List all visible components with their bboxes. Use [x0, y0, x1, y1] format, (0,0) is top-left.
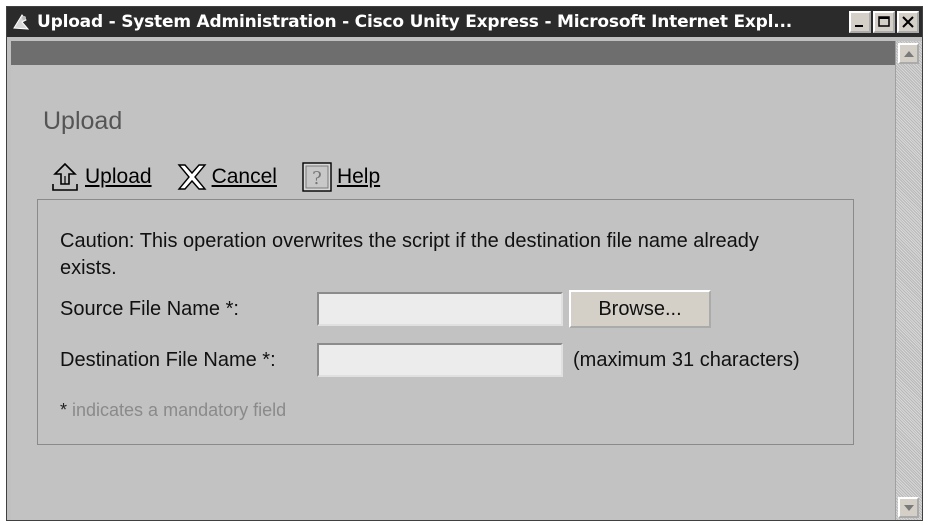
- cancel-link-label[interactable]: Cancel: [212, 165, 277, 189]
- action-toolbar: Upload Cancel ? Help: [49, 161, 404, 193]
- page-title: Upload: [43, 107, 123, 135]
- destination-file-input[interactable]: [317, 343, 563, 377]
- help-question-icon: ?: [301, 161, 333, 193]
- mandatory-text: indicates a mandatory field: [67, 400, 287, 420]
- upload-button[interactable]: Upload: [49, 161, 152, 193]
- cancel-button[interactable]: Cancel: [176, 161, 277, 193]
- upload-form-panel: Caution: This operation overwrites the s…: [37, 199, 854, 445]
- ie-app-icon: [11, 11, 33, 33]
- scroll-up-button[interactable]: [898, 43, 919, 64]
- help-button[interactable]: ? Help: [301, 161, 380, 193]
- minimize-icon: [855, 25, 863, 27]
- browser-window: Upload - System Administration - Cisco U…: [6, 6, 923, 521]
- header-band: [11, 41, 896, 65]
- destination-file-row: Destination File Name *: (maximum 31 cha…: [60, 343, 800, 377]
- destination-hint: (maximum 31 characters): [573, 348, 800, 371]
- scroll-down-button[interactable]: [898, 497, 919, 518]
- maximize-button[interactable]: [873, 11, 895, 33]
- maximize-icon: [878, 16, 890, 27]
- window-title: Upload - System Administration - Cisco U…: [37, 12, 793, 32]
- title-bar[interactable]: Upload - System Administration - Cisco U…: [7, 7, 922, 37]
- source-file-label: Source File Name *:: [60, 297, 239, 320]
- close-button[interactable]: [897, 11, 919, 33]
- page-content-area: Upload Upload Cancel ? Help Caution: Thi…: [11, 41, 922, 520]
- browse-button[interactable]: Browse...: [569, 290, 711, 328]
- minimize-button[interactable]: [849, 11, 871, 33]
- source-file-row: Source File Name *: Browse...: [60, 290, 711, 328]
- vertical-scrollbar[interactable]: [895, 41, 922, 520]
- mandatory-star: *: [60, 400, 68, 420]
- help-link-label[interactable]: Help: [337, 165, 380, 189]
- destination-file-label: Destination File Name *:: [60, 348, 276, 371]
- arrow-down-icon: [903, 504, 914, 511]
- arrow-up-icon: [903, 50, 914, 57]
- upload-link-label[interactable]: Upload: [85, 165, 152, 189]
- upload-icon: [49, 161, 81, 193]
- svg-text:?: ?: [312, 168, 322, 189]
- cancel-x-icon: [176, 161, 208, 193]
- mandatory-note: * indicates a mandatory field: [60, 400, 286, 421]
- source-file-input[interactable]: [317, 292, 563, 326]
- close-icon: [902, 16, 914, 28]
- caution-message: Caution: This operation overwrites the s…: [60, 230, 759, 279]
